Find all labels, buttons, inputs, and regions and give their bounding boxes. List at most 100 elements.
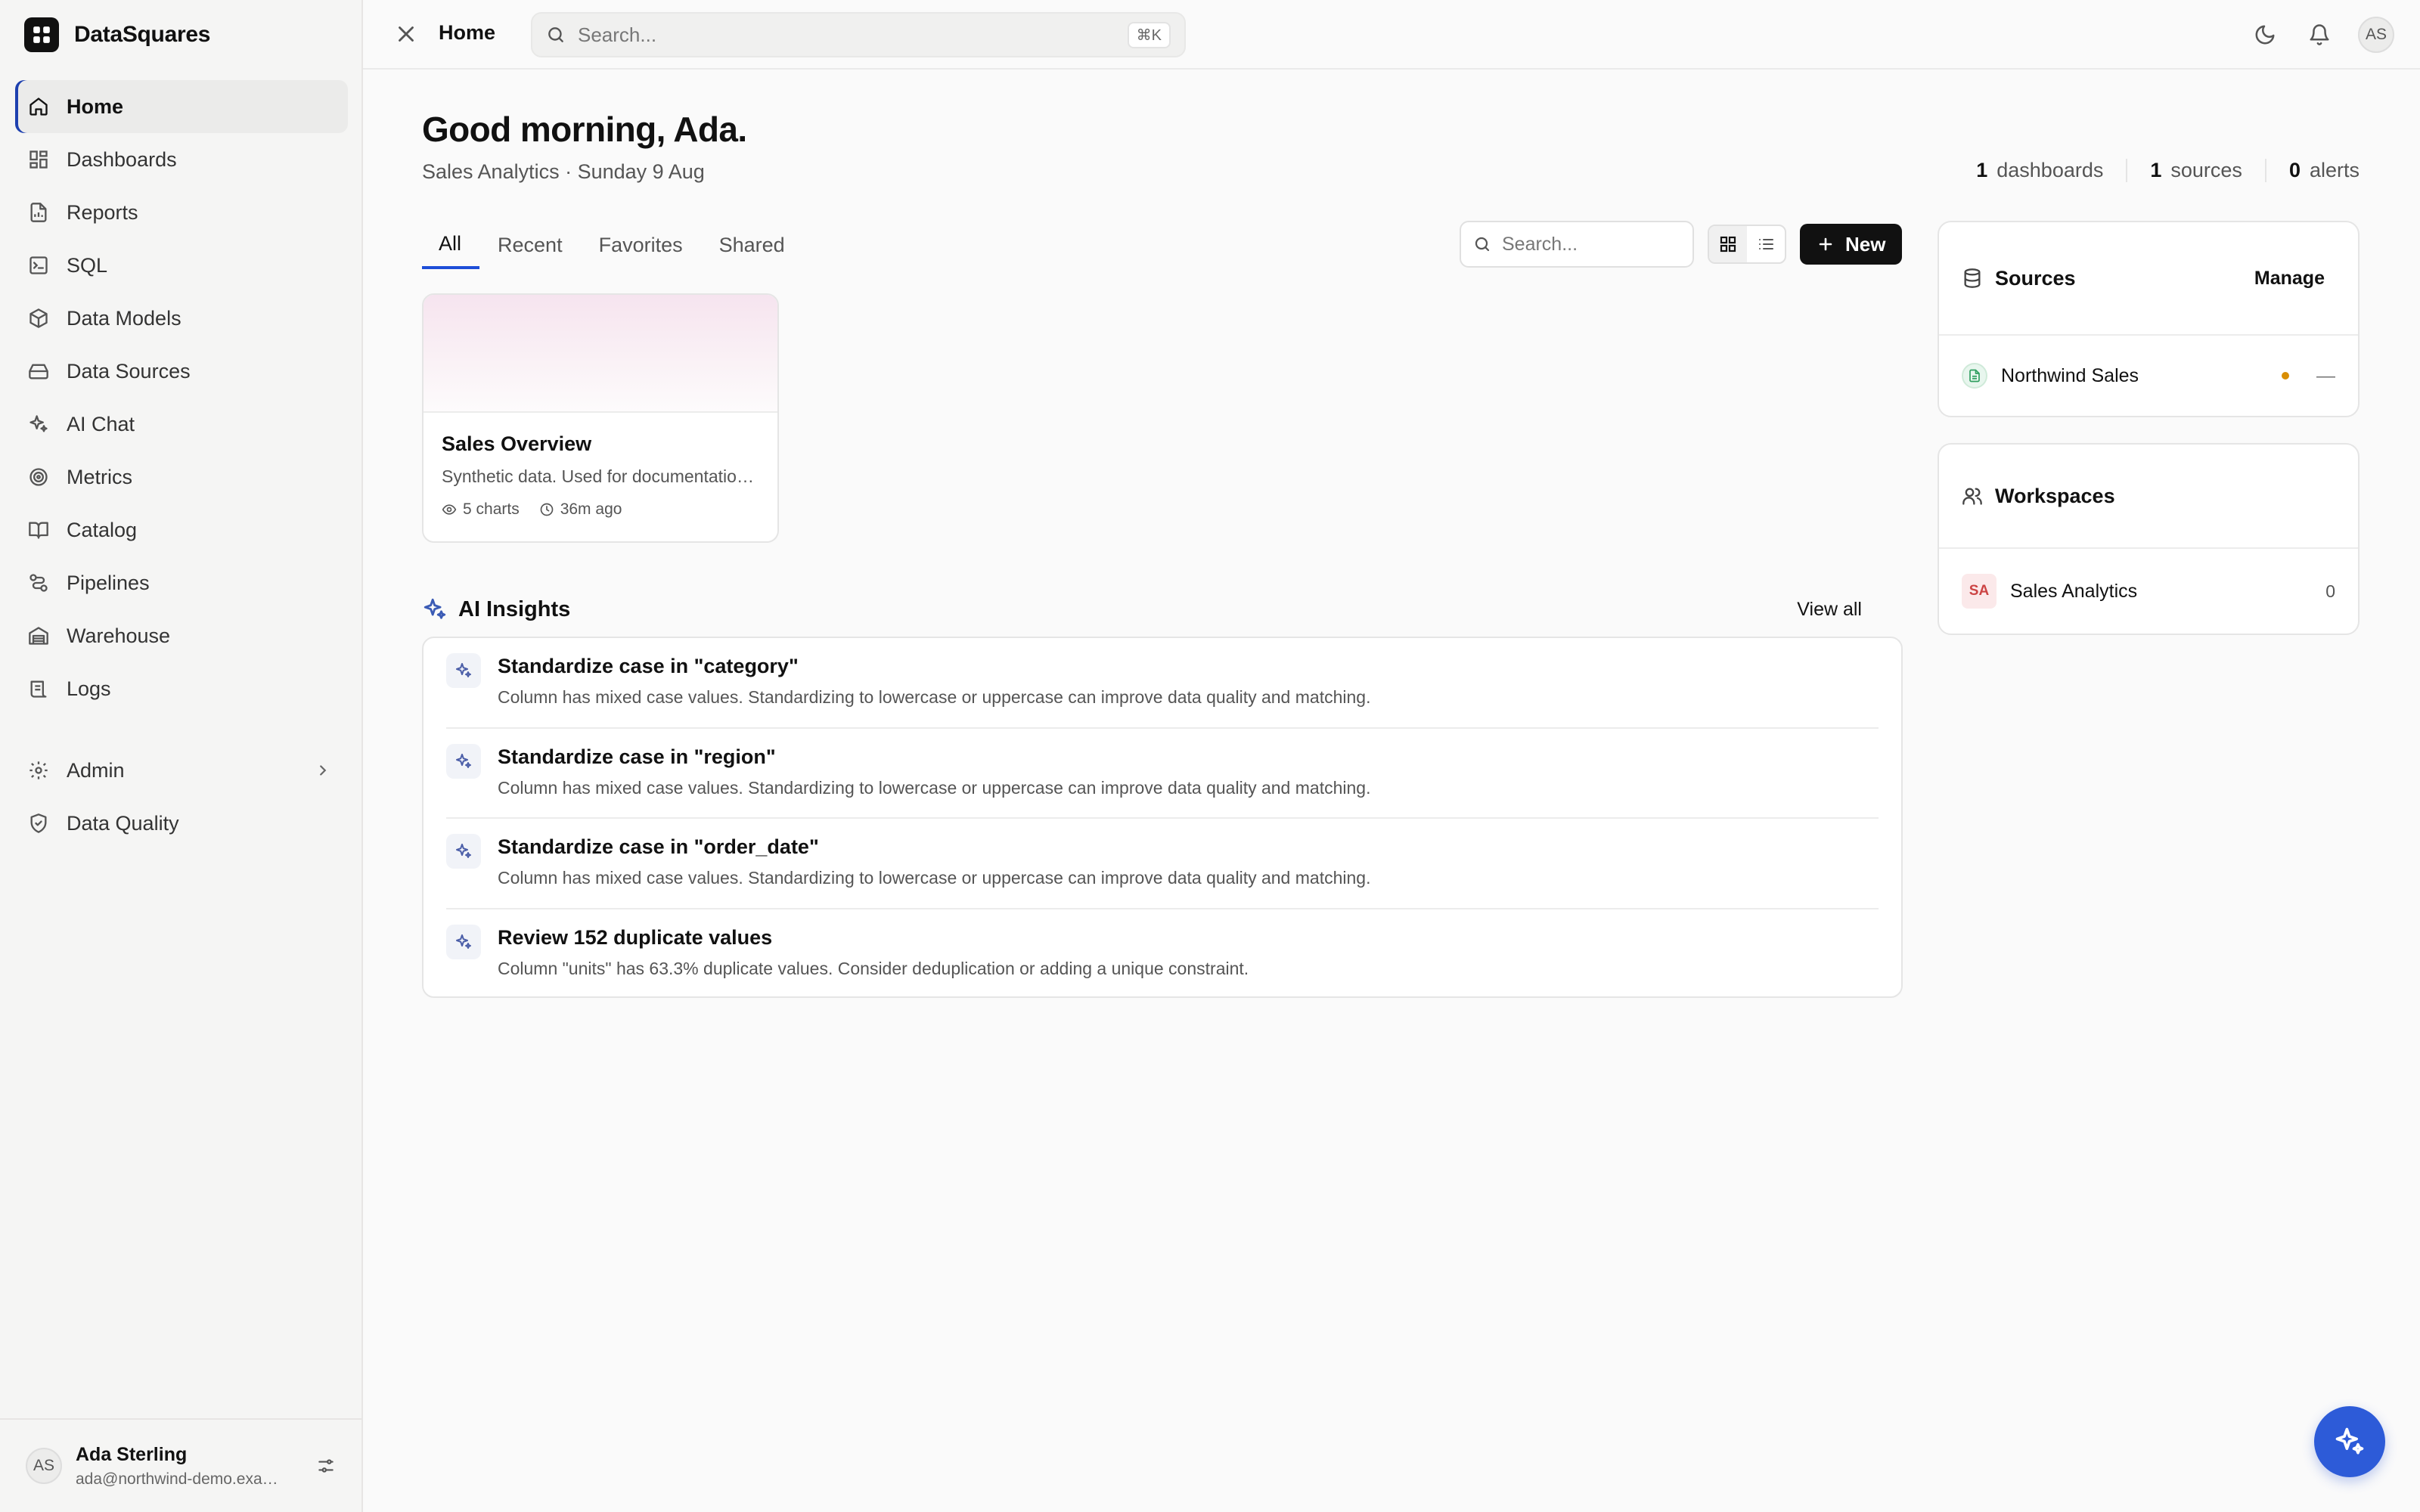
- user-profile[interactable]: AS Ada Sterling ada@northwind-demo.examp…: [0, 1418, 361, 1512]
- users-icon: [1962, 485, 1983, 507]
- sparkles-icon: [446, 743, 481, 779]
- database-icon: [1962, 268, 1983, 289]
- app-name: DataSquares: [74, 22, 211, 47]
- sparkles-icon: [446, 653, 481, 688]
- list-item[interactable]: Standardize case in "category" Column has…: [446, 638, 1879, 729]
- sidebar-item-label: Pipelines: [67, 571, 150, 594]
- sidebar-item-label: Admin: [67, 758, 125, 782]
- avatar: AS: [26, 1448, 62, 1484]
- content-toolbar: New: [1460, 221, 1903, 268]
- page-subtitle: Sales Analytics · Sunday 9 Aug: [422, 160, 705, 183]
- insight-title: Standardize case in "category": [498, 655, 799, 677]
- new-button[interactable]: New: [1800, 224, 1903, 265]
- sidebar-item-label: Home: [67, 94, 124, 118]
- search-input[interactable]: [578, 23, 1115, 47]
- source-name: Northwind Sales: [2001, 364, 2139, 386]
- insight-description: Column has mixed case values. Standardiz…: [498, 687, 1371, 707]
- sidebar: DataSquares Home Dashboards Reports SQL …: [0, 0, 363, 1512]
- top-bar: Home ⌘K AS: [363, 0, 2420, 70]
- home-icon: [27, 95, 50, 118]
- page-title: Good morning, Ada.: [422, 110, 747, 149]
- tab-all[interactable]: All: [422, 221, 480, 269]
- sparkles-icon: [27, 413, 50, 435]
- grid-view-icon[interactable]: [1709, 226, 1747, 262]
- panel-header: Workspaces: [1939, 445, 2358, 549]
- new-button-label: New: [1845, 232, 1886, 256]
- header-avatar[interactable]: AS: [2358, 17, 2394, 53]
- sidebar-item-home[interactable]: Home: [15, 80, 348, 133]
- workspaces-panel: Workspaces SA Sales Analytics 0: [1938, 443, 2360, 635]
- source-status: —: [2316, 364, 2335, 386]
- sidebar-item-label: Metrics: [67, 465, 132, 488]
- search-icon: [546, 25, 566, 45]
- dashboard-thumbnail: [424, 295, 777, 413]
- sidebar-item-label: Data Quality: [67, 811, 179, 835]
- sidebar-item-reports[interactable]: Reports: [15, 186, 348, 239]
- sidebar-item-data-sources[interactable]: Data Sources: [15, 345, 348, 398]
- stat-sources[interactable]: 1 sources: [2126, 159, 2265, 182]
- view-all-link[interactable]: View all: [1797, 599, 1862, 621]
- top-actions: AS: [2249, 17, 2394, 53]
- workflow-icon: [27, 572, 50, 594]
- ai-assistant-button[interactable]: [2314, 1406, 2385, 1477]
- sidebar-item-label: SQL: [67, 253, 108, 277]
- tab-favorites[interactable]: Favorites: [581, 221, 701, 269]
- sidebar-item-sql[interactable]: SQL: [15, 239, 348, 292]
- source-row[interactable]: Northwind Sales —: [1939, 336, 2358, 416]
- bell-icon[interactable]: [2304, 17, 2335, 52]
- tab-recent[interactable]: Recent: [479, 221, 581, 269]
- main-content: Good morning, Ada. Sales Analytics · Sun…: [363, 70, 2420, 1512]
- ai-insights-header: AI Insights View all: [422, 593, 1874, 626]
- sources-panel: Sources Manage Northwind Sales —: [1938, 221, 2360, 417]
- eye-icon: [442, 502, 457, 517]
- sidebar-item-data-models[interactable]: Data Models: [15, 292, 348, 345]
- sparkles-icon: [446, 834, 481, 869]
- insight-title: Standardize case in "region": [498, 745, 776, 768]
- moon-icon[interactable]: [2249, 17, 2281, 52]
- dashboard-card[interactable]: Sales Overview Synthetic data. Used for …: [422, 293, 779, 543]
- panel-title: Workspaces: [1995, 484, 2115, 507]
- sidebar-item-logs[interactable]: Logs: [15, 662, 348, 715]
- list-item[interactable]: Standardize case in "region" Column has m…: [446, 729, 1879, 819]
- sidebar-item-catalog[interactable]: Catalog: [15, 503, 348, 556]
- list-item[interactable]: Review 152 duplicate values Column "units…: [446, 909, 1879, 1000]
- list-view-icon[interactable]: [1747, 226, 1785, 262]
- panel-header: Sources Manage: [1939, 222, 2358, 336]
- breadcrumb[interactable]: Home: [439, 21, 495, 45]
- workspace-name: Sales Analytics: [2010, 580, 2138, 602]
- report-icon: [27, 201, 50, 224]
- close-icon[interactable]: [393, 21, 419, 47]
- sidebar-item-ai-chat[interactable]: AI Chat: [15, 398, 348, 451]
- sidebar-item-admin[interactable]: Admin: [15, 744, 348, 797]
- stat-dashboards[interactable]: 1 dashboards: [1953, 159, 2126, 182]
- brand[interactable]: DataSquares: [24, 17, 210, 53]
- sidebar-item-warehouse[interactable]: Warehouse: [15, 609, 348, 662]
- stat-alerts[interactable]: 0 alerts: [2264, 159, 2360, 182]
- target-icon: [27, 466, 50, 488]
- tab-shared[interactable]: Shared: [701, 221, 803, 269]
- dashboard-title: Sales Overview: [442, 432, 592, 455]
- settings-sliders-icon[interactable]: [316, 1456, 336, 1476]
- sidebar-item-label: Warehouse: [67, 624, 171, 647]
- drive-icon: [27, 360, 50, 383]
- sidebar-item-metrics[interactable]: Metrics: [15, 451, 348, 503]
- cube-icon: [27, 307, 50, 330]
- sidebar-nav: Home Dashboards Reports SQL Data Models …: [15, 80, 348, 850]
- sidebar-item-pipelines[interactable]: Pipelines: [15, 556, 348, 609]
- sidebar-item-data-quality[interactable]: Data Quality: [15, 797, 348, 850]
- user-info: Ada Sterling ada@northwind-demo.example.…: [76, 1444, 302, 1489]
- sidebar-item-label: AI Chat: [67, 412, 135, 435]
- sidebar-item-dashboards[interactable]: Dashboards: [15, 133, 348, 186]
- dashboard-search-input[interactable]: [1502, 233, 1680, 256]
- user-email: ada@northwind-demo.example.com: [76, 1470, 280, 1488]
- dashboard-search[interactable]: [1460, 221, 1694, 268]
- plus-icon: [1817, 235, 1835, 253]
- dashboard-icon: [27, 148, 50, 171]
- user-name: Ada Sterling: [76, 1443, 188, 1465]
- shortcut-badge: ⌘K: [1127, 21, 1171, 48]
- list-item[interactable]: Standardize case in "order_date" Column h…: [446, 819, 1879, 909]
- workspace-row[interactable]: SA Sales Analytics 0: [1939, 549, 2358, 634]
- manage-button[interactable]: Manage: [2254, 268, 2325, 290]
- global-search[interactable]: ⌘K: [531, 12, 1186, 57]
- book-icon: [27, 519, 50, 541]
